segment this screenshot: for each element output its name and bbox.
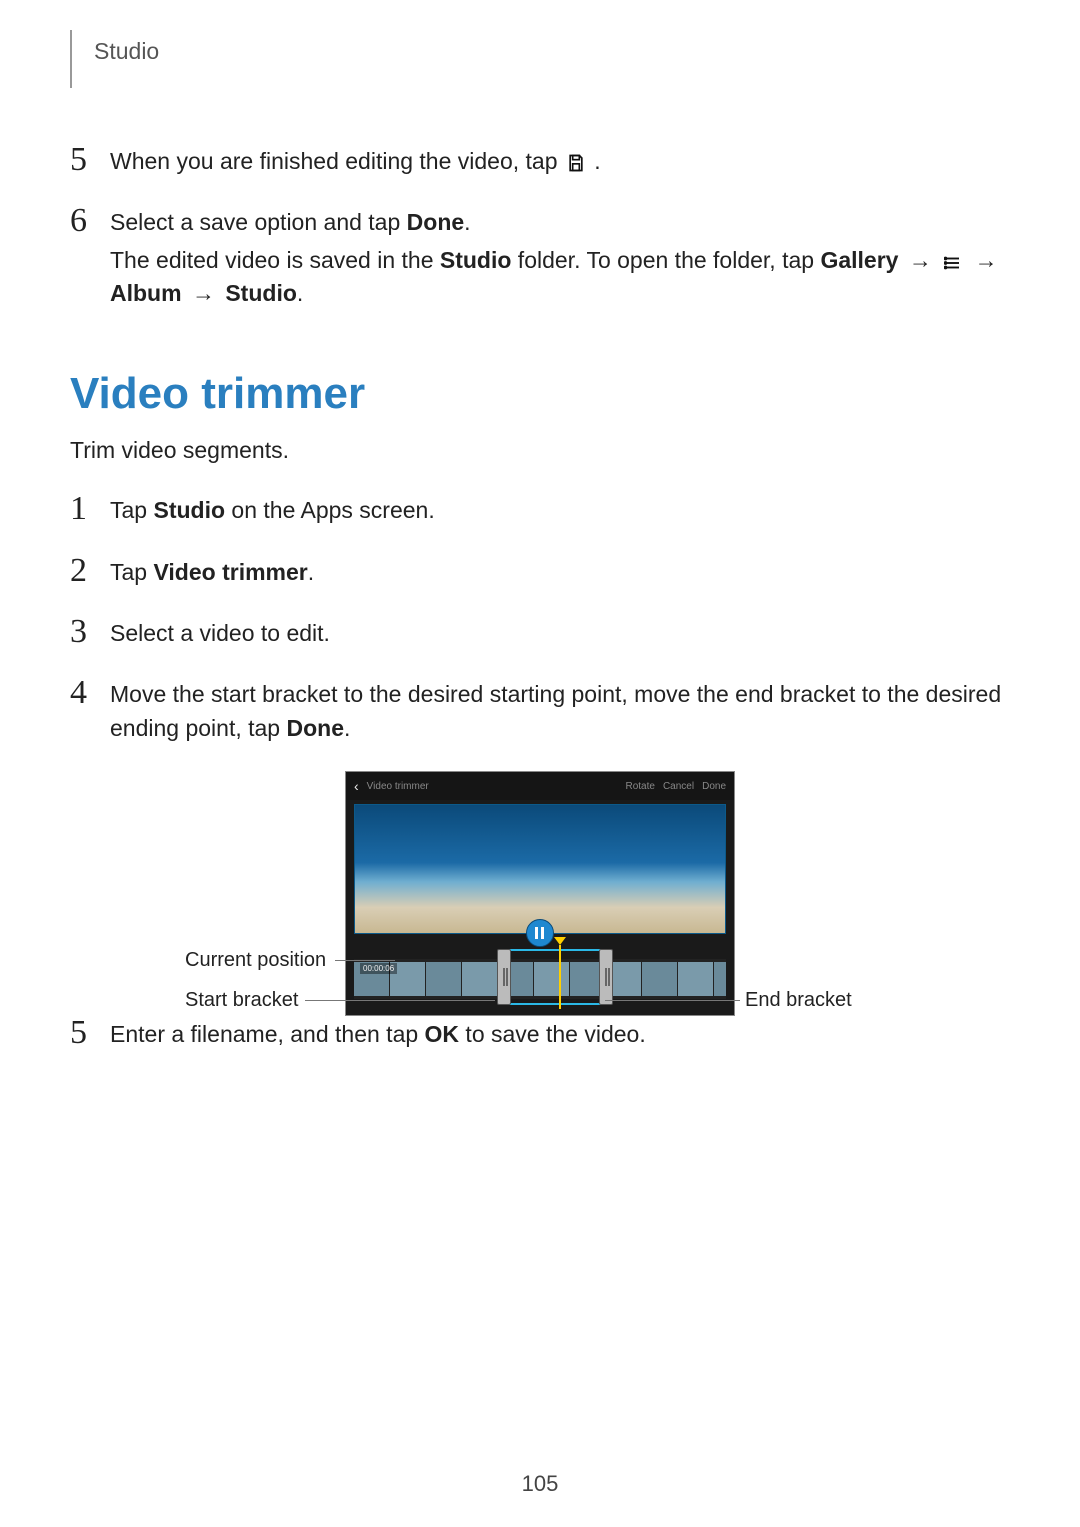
- end-bracket-handle: [599, 949, 613, 1005]
- cancel-button: Cancel: [663, 781, 694, 792]
- label-end-bracket: End bracket: [745, 989, 852, 1012]
- text: .: [344, 715, 350, 741]
- text: Select a save option and tap: [110, 209, 407, 235]
- step-number: 6: [70, 204, 110, 314]
- steps-continued: 5 Enter a filename, and then tap OK to s…: [70, 1016, 1010, 1055]
- bold: Studio: [440, 247, 512, 273]
- step-1: 1 Tap Studio on the Apps screen.: [70, 492, 1010, 531]
- bold: Studio: [153, 497, 225, 523]
- step-body: Select a save option and tap Done. The e…: [110, 204, 1010, 314]
- done-button: Done: [702, 781, 726, 792]
- label-start-bracket: Start bracket: [185, 989, 298, 1012]
- screenshot-topbar: ‹ Video trimmer Rotate Cancel Done: [346, 772, 734, 800]
- step-number: 3: [70, 615, 110, 654]
- menu-icon: [944, 254, 962, 272]
- step-2: 2 Tap Video trimmer.: [70, 554, 1010, 593]
- page-header: Studio: [70, 30, 1010, 88]
- text: .: [297, 280, 303, 306]
- bold: Studio: [225, 280, 297, 306]
- step-number: 5: [70, 1016, 110, 1055]
- bold: OK: [425, 1021, 460, 1047]
- section-title: Video trimmer: [70, 369, 1010, 419]
- playhead: [559, 945, 561, 1009]
- step-body: Tap Studio on the Apps screen.: [110, 492, 435, 531]
- screenshot-title: Video trimmer: [367, 781, 618, 792]
- text: Tap: [110, 559, 153, 585]
- start-bracket-handle: [497, 949, 511, 1005]
- pause-icon: [526, 919, 554, 947]
- rotate-button: Rotate: [625, 781, 654, 792]
- step-5b: 5 Enter a filename, and then tap OK to s…: [70, 1016, 1010, 1055]
- arrow: →: [964, 247, 1001, 273]
- step-number: 4: [70, 676, 110, 749]
- step-3: 3 Select a video to edit.: [70, 615, 1010, 654]
- step-number: 1: [70, 492, 110, 531]
- text: Move the start bracket to the desired st…: [110, 681, 1001, 740]
- label-text: End bracket: [745, 989, 852, 1011]
- timeline: 00:00:06: [354, 949, 726, 1005]
- arrow: →: [898, 247, 942, 273]
- step-body: Enter a filename, and then tap OK to sav…: [110, 1016, 646, 1055]
- step-4: 4 Move the start bracket to the desired …: [70, 676, 1010, 749]
- step-body: Tap Video trimmer.: [110, 554, 314, 593]
- step-body: Move the start bracket to the desired st…: [110, 676, 1010, 749]
- diagram: ‹ Video trimmer Rotate Cancel Done 00:00…: [70, 771, 1010, 1016]
- bold: Done: [407, 209, 465, 235]
- step-body: When you are finished editing the video,…: [110, 143, 601, 182]
- save-icon: [566, 153, 586, 173]
- label-current-position: Current position: [185, 949, 326, 972]
- continued-steps-list: 5 When you are finished editing the vide…: [70, 143, 1010, 314]
- text: .: [308, 559, 314, 585]
- steps-list: 1 Tap Studio on the Apps screen. 2 Tap V…: [70, 492, 1010, 749]
- bold: Album: [110, 280, 182, 306]
- text: When you are finished editing the video,…: [110, 148, 564, 174]
- label-text: Start bracket: [185, 989, 298, 1011]
- bold: Done: [286, 715, 344, 741]
- bold: Video trimmer: [153, 559, 307, 585]
- text: .: [464, 209, 470, 235]
- video-preview: [354, 804, 726, 934]
- selection-box: [504, 949, 606, 1005]
- section-intro: Trim video segments.: [70, 437, 1010, 464]
- text: Tap: [110, 497, 153, 523]
- text: The edited video is saved in the: [110, 247, 440, 273]
- text: Enter a filename, and then tap: [110, 1021, 425, 1047]
- step-5: 5 When you are finished editing the vide…: [70, 143, 1010, 182]
- text: to save the video.: [459, 1021, 646, 1047]
- text: .: [594, 148, 600, 174]
- step-6: 6 Select a save option and tap Done. The…: [70, 204, 1010, 314]
- trimmer-screenshot: ‹ Video trimmer Rotate Cancel Done 00:00…: [345, 771, 735, 1016]
- header-title: Studio: [94, 38, 159, 65]
- step-body: Select a video to edit.: [110, 615, 330, 654]
- page-number: 105: [0, 1471, 1080, 1497]
- arrow: →: [182, 280, 226, 306]
- step-number: 5: [70, 143, 110, 182]
- step-number: 2: [70, 554, 110, 593]
- back-icon: ‹: [354, 778, 359, 794]
- timecode: 00:00:06: [360, 963, 397, 974]
- bold: Gallery: [820, 247, 898, 273]
- text: folder. To open the folder, tap: [511, 247, 820, 273]
- label-text: Current position: [185, 949, 326, 971]
- text: on the Apps screen.: [225, 497, 435, 523]
- text: Select a video to edit.: [110, 617, 330, 650]
